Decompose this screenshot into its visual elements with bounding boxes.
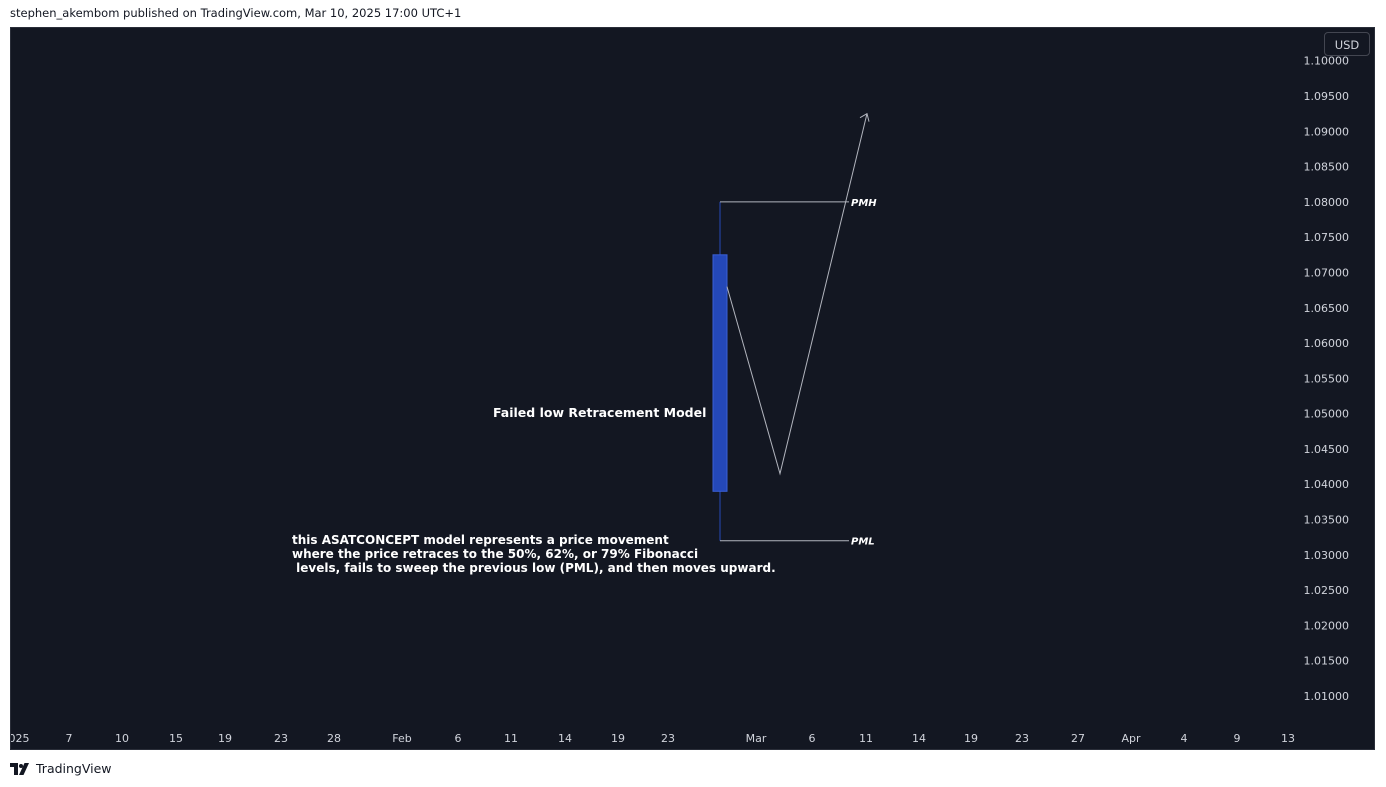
description-line: where the price retraces to the 50%, 62%…: [292, 547, 698, 561]
description-line: this ASATCONCEPT model represents a pric…: [292, 533, 669, 547]
tradingview-logo-icon: [10, 762, 29, 775]
chart-panel[interactable]: 1.01000 1.01500 1.02000 1.02500 1.03000 1.035…: [10, 27, 1375, 750]
price-axis[interactable]: 1.01000 1.01500 1.02000 1.02500 1.03000 1.035…: [1304, 55, 1350, 703]
price-tick-label: 1.03500: [1304, 514, 1350, 527]
time-tick-label: 13: [1281, 732, 1295, 745]
price-tick-label: 1.07500: [1304, 231, 1350, 244]
time-tick-label: 28: [327, 732, 341, 745]
price-tick-label: 1.02000: [1304, 619, 1350, 632]
level-label-pml: PML: [851, 537, 875, 548]
time-tick-label: 23: [274, 732, 288, 745]
price-tick-label: 1.09500: [1304, 90, 1350, 103]
price-tick-label: 1.08500: [1304, 161, 1350, 174]
time-tick-label: 7: [66, 732, 73, 745]
time-tick-label: 6: [809, 732, 816, 745]
candle-body[interactable]: [712, 254, 728, 492]
time-tick-label: 19: [611, 732, 625, 745]
time-tick-label: 23: [661, 732, 675, 745]
price-tick-label: 1.04000: [1304, 478, 1350, 491]
time-tick-label: Mar: [746, 732, 767, 745]
time-tick-label: 14: [558, 732, 572, 745]
price-tick-label: 1.02500: [1304, 584, 1350, 597]
time-tick-label: 6: [455, 732, 462, 745]
price-tick-label: 1.07000: [1304, 266, 1350, 279]
time-tick-label: 11: [859, 732, 873, 745]
drawings-layer: PMH PML: [712, 112, 877, 548]
time-tick-label: 19: [218, 732, 232, 745]
level-label-pmh: PMH: [851, 198, 877, 209]
price-tick-label: 1.05500: [1304, 372, 1350, 385]
model-title-label: Failed low Retracement Model: [493, 405, 706, 420]
price-tick-label: 1.03000: [1304, 549, 1350, 562]
price-tick-label: 1.01000: [1304, 690, 1350, 703]
time-tick-label: Apr: [1121, 732, 1141, 745]
annotations-layer: Failed low Retracement Model this ASATCON…: [292, 405, 776, 575]
time-tick-label: 19: [964, 732, 978, 745]
price-tick-label: 1.06000: [1304, 337, 1350, 350]
tradingview-branding: TradingView: [10, 761, 112, 776]
price-tick-label: 1.01500: [1304, 655, 1350, 668]
time-tick-label: 23: [1015, 732, 1029, 745]
publisher-info: stephen_akembom published on TradingView…: [10, 6, 462, 20]
time-tick-label: 15: [169, 732, 183, 745]
time-tick-label: 14: [912, 732, 926, 745]
time-tick-label: 11: [504, 732, 518, 745]
price-tick-label: 1.09000: [1304, 125, 1350, 138]
price-tick-label: 1.04500: [1304, 443, 1350, 456]
price-tick-label: 1.05000: [1304, 408, 1350, 421]
description-line: levels, fails to sweep the previous low …: [292, 561, 776, 575]
time-tick-label: Feb: [392, 732, 411, 745]
time-tick-label: 9: [1234, 732, 1241, 745]
chart-canvas[interactable]: 1.01000 1.01500 1.02000 1.02500 1.03000 1.035…: [11, 28, 1375, 750]
time-axis[interactable]: 025 7 10 15 19 23 28 Feb 6 11 14 19 23 Mar 6 11 14 19 23 27…: [11, 732, 1295, 745]
time-tick-label: 025: [11, 732, 30, 745]
price-path-line[interactable]: [726, 113, 868, 476]
currency-selector-button[interactable]: USD: [1324, 32, 1370, 56]
arrow-head-icon: [859, 112, 870, 122]
time-tick-label: 27: [1071, 732, 1085, 745]
price-tick-label: 1.08000: [1304, 196, 1350, 209]
brand-name: TradingView: [36, 761, 112, 776]
price-tick-label: 1.06500: [1304, 302, 1350, 315]
time-tick-label: 10: [115, 732, 129, 745]
time-tick-label: 4: [1181, 732, 1188, 745]
